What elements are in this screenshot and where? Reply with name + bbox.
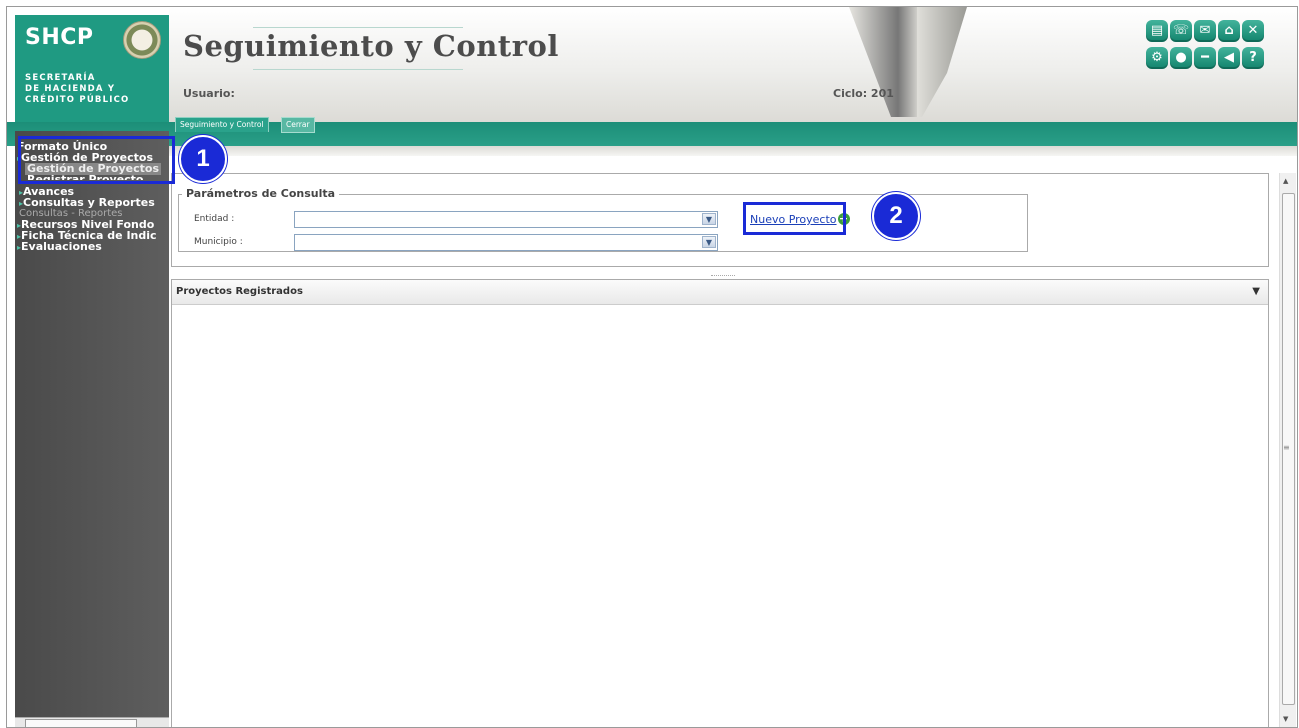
close-icon[interactable]: ✕	[1242, 20, 1264, 42]
page-title: Seguimiento y Control	[183, 29, 559, 63]
municipio-label: Municipio :	[194, 237, 243, 247]
main-content: Parámetros de Consulta Entidad : ▼ Munic…	[171, 173, 1269, 727]
record-icon[interactable]: ●	[1170, 47, 1192, 69]
scroll-up-icon[interactable]: ▲	[1283, 177, 1288, 185]
sidebar-item-label: Evaluaciones	[21, 240, 102, 253]
help-icon[interactable]: ?	[1242, 47, 1264, 69]
projects-panel-header[interactable]: Proyectos Registrados ▼	[172, 280, 1268, 305]
grip-icon: ≡	[1283, 443, 1290, 452]
logo-acronym: SHCP	[25, 25, 94, 50]
tools-icon[interactable]: ⚙	[1146, 47, 1168, 69]
user-label: Usuario:	[183, 87, 235, 100]
title-rule	[253, 27, 463, 28]
nav-band-shadow	[169, 146, 1297, 156]
logo-subtitle: SECRETARÍA DE HACIENDA Y CRÉDITO PÚBLICO	[25, 73, 130, 105]
sidebar-menu: Formato Único ▸Gestión de Proyectos Gest…	[15, 131, 169, 727]
header-banner	[169, 7, 1297, 122]
entidad-select[interactable]: ▼	[294, 211, 718, 228]
cycle-label: Ciclo: 201	[833, 87, 894, 100]
annotation-number-1: 1	[179, 135, 227, 183]
annotation-number-2: 2	[872, 192, 920, 240]
shcp-logo: SHCP SECRETARÍA DE HACIENDA Y CRÉDITO PÚ…	[15, 15, 169, 122]
phone-icon[interactable]: ☏	[1170, 20, 1192, 42]
projects-panel-title: Proyectos Registrados	[176, 286, 303, 297]
chevron-down-icon[interactable]: ▼	[1252, 280, 1260, 304]
minus-icon[interactable]: ━	[1194, 47, 1216, 69]
main-scrollbar[interactable]: ▲ ≡ ▼	[1279, 173, 1296, 727]
tab-cerrar[interactable]: Cerrar	[281, 117, 315, 133]
tab-seguimiento[interactable]: Seguimiento y Control	[175, 117, 269, 132]
params-legend: Parámetros de Consulta	[182, 187, 340, 200]
back-icon[interactable]: ◀	[1218, 47, 1240, 69]
home-icon[interactable]: ⌂	[1218, 20, 1240, 42]
sidebar-item-evaluaciones[interactable]: ▸Evaluaciones	[17, 241, 102, 254]
entidad-label: Entidad :	[194, 214, 235, 224]
sidebar-scrollbar[interactable]	[15, 717, 169, 727]
chevron-down-icon[interactable]: ▼	[702, 213, 716, 225]
printer-icon[interactable]: ▤	[1146, 20, 1168, 42]
projects-panel: Proyectos Registrados ▼	[171, 279, 1269, 727]
annotation-box-1	[18, 136, 175, 184]
municipio-select[interactable]: ▼	[294, 234, 718, 251]
chevron-down-icon[interactable]: ▼	[702, 236, 716, 248]
annotation-box-2	[743, 202, 846, 235]
scroll-down-icon[interactable]: ▼	[1283, 715, 1288, 723]
title-rule	[253, 69, 463, 70]
app-window: SHCP SECRETARÍA DE HACIENDA Y CRÉDITO PÚ…	[6, 6, 1298, 728]
params-panel: Parámetros de Consulta Entidad : ▼ Munic…	[171, 173, 1269, 267]
national-seal-icon	[123, 21, 161, 59]
mail-icon[interactable]: ✉	[1194, 20, 1216, 42]
toolbar-icons: ▤ ☏ ✉ ⌂ ✕ ⚙ ● ━ ◀?	[1145, 19, 1285, 73]
